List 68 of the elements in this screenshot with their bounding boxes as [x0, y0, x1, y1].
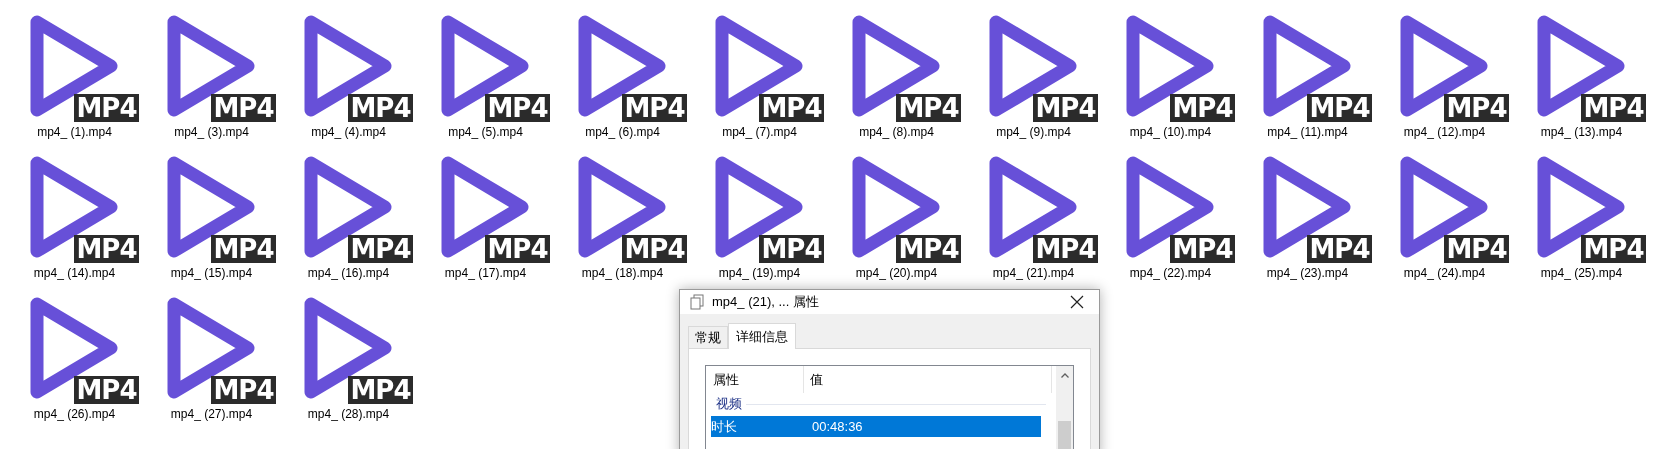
file-type-label: MP4	[896, 94, 961, 122]
file-name[interactable]: mp4_ (27).mp4	[170, 407, 253, 421]
file-name[interactable]: mp4_ (22).mp4	[1129, 266, 1212, 280]
file-name[interactable]: mp4_ (5).mp4	[448, 125, 523, 139]
file-name[interactable]: mp4_ (11).mp4	[1267, 125, 1348, 139]
file-name[interactable]: mp4_ (23).mp4	[1266, 266, 1349, 280]
scrollbar-thumb[interactable]	[1058, 421, 1071, 449]
file-type-label: MP4	[74, 376, 139, 404]
file-type-label: MP4	[1033, 94, 1098, 122]
file-name[interactable]: mp4_ (24).mp4	[1403, 266, 1486, 280]
file-name[interactable]: mp4_ (16).mp4	[307, 266, 390, 280]
close-icon	[1070, 295, 1084, 309]
file-type-label: MP4	[1033, 235, 1098, 263]
file-name[interactable]: mp4_ (14).mp4	[33, 266, 116, 280]
file-type-label: MP4	[74, 94, 139, 122]
file-type-label: MP4	[211, 235, 276, 263]
file-type-label: MP4	[1444, 94, 1509, 122]
file-name[interactable]: mp4_ (15).mp4	[170, 266, 253, 280]
file-type-label: MP4	[211, 376, 276, 404]
file-type-label: MP4	[622, 94, 687, 122]
file-type-label: MP4	[1444, 235, 1509, 263]
file-name[interactable]: mp4_ (3).mp4	[174, 125, 249, 139]
file-type-label: MP4	[622, 235, 687, 263]
file-name[interactable]: mp4_ (7).mp4	[722, 125, 797, 139]
file-name[interactable]: mp4_ (21).mp4	[992, 266, 1075, 280]
file-name[interactable]: mp4_ (6).mp4	[585, 125, 660, 139]
column-header[interactable]: 值	[804, 366, 1052, 393]
tab[interactable]: 详细信息	[728, 323, 796, 349]
file-type-label: MP4	[896, 235, 961, 263]
file-name[interactable]: mp4_ (10).mp4	[1129, 125, 1212, 139]
window-title: mp4_ (21), ... 属性	[712, 293, 820, 312]
file-type-label: MP4	[1307, 235, 1372, 263]
group-header: 视频	[716, 395, 742, 414]
file-name[interactable]: mp4_ (17).mp4	[444, 266, 527, 280]
file-name[interactable]: mp4_ (19).mp4	[718, 266, 801, 280]
scrollbar[interactable]	[1056, 366, 1073, 449]
file-name[interactable]: mp4_ (12).mp4	[1403, 125, 1486, 139]
file-name[interactable]: mp4_ (8).mp4	[859, 125, 934, 139]
file-type-label: MP4	[348, 376, 413, 404]
file-type-label: MP4	[1170, 94, 1235, 122]
file-name[interactable]: mp4_ (25).mp4	[1540, 266, 1623, 280]
file-type-label: MP4	[485, 235, 550, 263]
property-name: 时长	[711, 417, 738, 436]
file-type-label: MP4	[211, 94, 276, 122]
file-type-label: MP4	[1170, 235, 1235, 263]
file-type-label: MP4	[74, 235, 139, 263]
file-name[interactable]: mp4_ (20).mp4	[855, 266, 938, 280]
file-type-label: MP4	[1307, 94, 1372, 122]
scroll-up-icon	[1060, 373, 1069, 378]
file-type-label: MP4	[1581, 235, 1646, 263]
file-name[interactable]: mp4_ (1).mp4	[37, 125, 112, 139]
file-type-label: MP4	[759, 235, 824, 263]
file-name[interactable]: mp4_ (26).mp4	[33, 407, 116, 421]
file-type-label: MP4	[1581, 94, 1646, 122]
tab[interactable]: 常规	[688, 326, 728, 348]
documents-icon	[690, 294, 704, 310]
file-type-label: MP4	[348, 235, 413, 263]
file-type-label: MP4	[348, 94, 413, 122]
file-name[interactable]: mp4_ (28).mp4	[307, 407, 390, 421]
file-type-label: MP4	[485, 94, 550, 122]
property-value: 00:48:36	[812, 417, 863, 436]
file-name[interactable]: mp4_ (9).mp4	[996, 125, 1071, 139]
column-header[interactable]: 属性	[706, 366, 804, 393]
file-type-label: MP4	[759, 94, 824, 122]
file-name[interactable]: mp4_ (13).mp4	[1540, 125, 1623, 139]
file-name[interactable]: mp4_ (4).mp4	[311, 125, 386, 139]
file-name[interactable]: mp4_ (18).mp4	[581, 266, 664, 280]
property-row[interactable]: 时长 00:48:36	[711, 416, 1041, 437]
